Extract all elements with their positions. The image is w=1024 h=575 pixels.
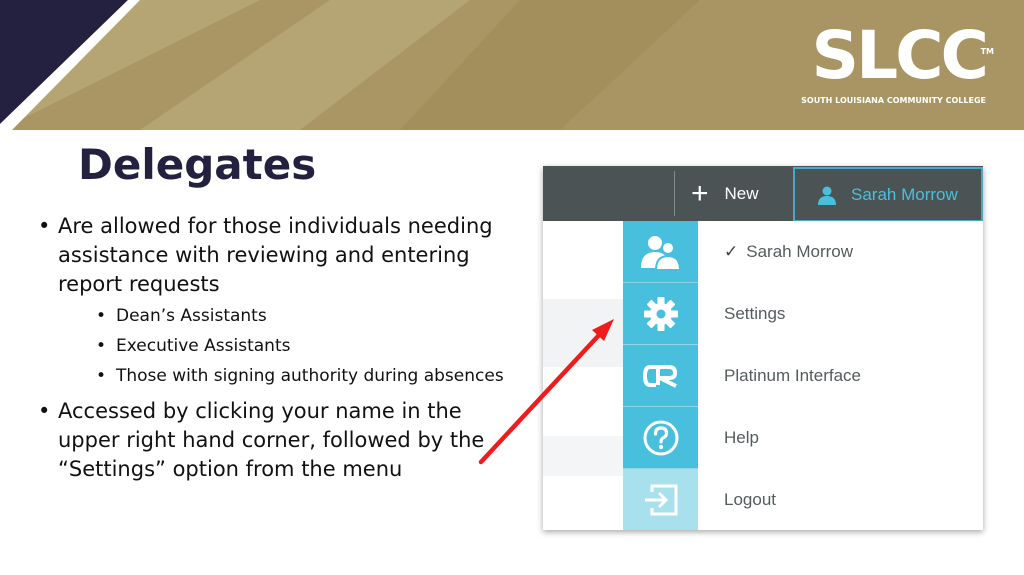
logo-subtitle: SOUTH LOUISIANA COMMUNITY COLLEGE (801, 96, 986, 105)
top-bar: + New Sarah Morrow (543, 166, 983, 222)
users-icon (640, 235, 681, 270)
logo-text: SLCC (811, 17, 989, 94)
slcc-logo: SLCC TM SOUTH LOUISIANA COMMUNITY COLLEG… (786, 17, 994, 106)
page-background-stripe (543, 299, 623, 367)
bullet-list: Are allowed for those individuals needin… (36, 212, 506, 492)
help-icon (643, 420, 678, 455)
slide-title: Delegates (78, 140, 317, 189)
sub-bullet-list: Dean’s Assistants Executive Assistants T… (58, 303, 506, 389)
user-name: Sarah Morrow (851, 184, 958, 204)
menu-item-label: Settings (724, 304, 786, 323)
bullet-text: Accessed by clicking your name in the up… (58, 399, 485, 481)
logout-icon (644, 484, 677, 516)
menu-item-label: Platinum Interface (724, 366, 862, 385)
user-icon (818, 186, 836, 205)
divider (674, 171, 675, 216)
page-background-stripe (543, 436, 623, 476)
menu-item-platinum-interface[interactable]: Platinum Interface (623, 345, 983, 407)
sub-bullet-item: Those with signing authority during abse… (96, 363, 506, 389)
menu-item-label: Logout (724, 490, 776, 509)
header-banner: SLCC TM SOUTH LOUISIANA COMMUNITY COLLEG… (0, 0, 1024, 130)
new-button-label: New (724, 183, 759, 203)
menu-item-label: Sarah Morrow (746, 242, 854, 261)
user-menu-button[interactable]: Sarah Morrow (793, 167, 983, 222)
sub-bullet-item: Executive Assistants (96, 333, 506, 359)
check-icon: ✓ (724, 242, 739, 261)
app-screenshot: + New Sarah Morrow ✓ Sarah Morrow Settin… (543, 166, 983, 530)
bullet-item: Are allowed for those individuals needin… (36, 212, 506, 389)
menu-item-settings[interactable]: Settings (623, 283, 983, 345)
plus-icon: + (691, 176, 709, 210)
bullet-text: Are allowed for those individuals needin… (58, 214, 493, 296)
menu-item-help[interactable]: Help (623, 407, 983, 469)
menu-item-logout[interactable]: Logout (623, 469, 983, 530)
user-dropdown-menu: ✓ Sarah Morrow Settings Platinum Interfa… (623, 221, 983, 530)
sub-bullet-item: Dean’s Assistants (96, 303, 506, 329)
menu-item-user[interactable]: ✓ Sarah Morrow (623, 221, 983, 283)
gear-icon (643, 296, 678, 331)
trademark: TM (980, 47, 994, 56)
menu-item-label: Help (724, 428, 759, 447)
bullet-item: Accessed by clicking your name in the up… (36, 397, 506, 484)
page-background (543, 221, 623, 530)
cr-logo-icon (642, 364, 677, 388)
new-button[interactable]: + New (691, 166, 759, 221)
